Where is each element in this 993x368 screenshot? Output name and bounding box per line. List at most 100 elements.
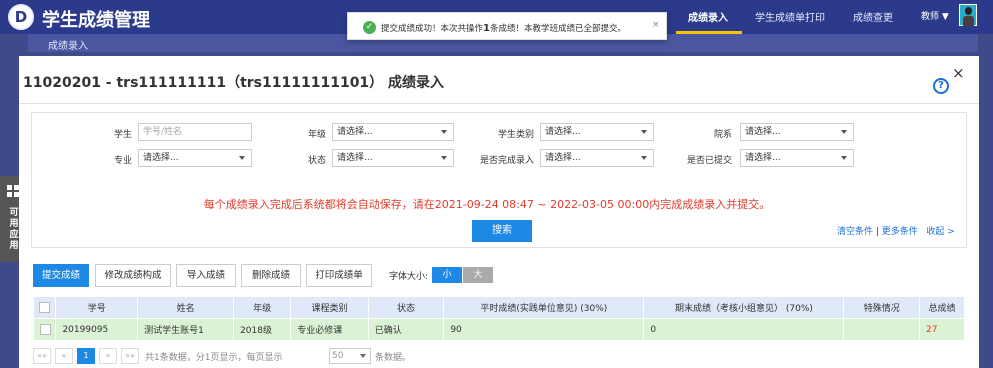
- check-circle-icon: ✓: [363, 21, 376, 34]
- cell-status: 已确认: [367, 318, 445, 341]
- col-header-special[interactable]: 特殊情况: [843, 296, 921, 319]
- collapse-link[interactable]: 收起 >: [926, 227, 954, 237]
- toast-suffix: 条成绩！本教学班成绩已全部提交。: [489, 24, 626, 34]
- submit-scores-button[interactable]: 提交成绩: [33, 264, 89, 287]
- chevron-down-icon: [641, 130, 647, 134]
- cell-usual-score[interactable]: 90: [443, 318, 645, 341]
- col-header-final-score[interactable]: 期末成绩（考核小组意见） (70%): [643, 296, 845, 319]
- pager-summary: 共1条数据，分1页显示，每页显示: [145, 353, 283, 363]
- scores-table: 学号 姓名 年级 课程类别 状态 平时成绩(实践单位意见) (30%) 期末成绩…: [32, 296, 965, 341]
- cell-special[interactable]: [843, 318, 921, 341]
- last-page-button[interactable]: »»: [121, 348, 139, 364]
- toast-message: 提交成绩成功！本次共操作1条成绩！本教学班成绩已全部提交。: [381, 22, 626, 34]
- table-header-row: 学号 姓名 年级 课程类别 状态 平时成绩(实践单位意见) (30%) 期末成绩…: [32, 296, 965, 319]
- font-big-button[interactable]: 大: [463, 267, 493, 283]
- cell-final-score[interactable]: 0: [643, 318, 845, 341]
- chevron-down-icon: [239, 156, 245, 160]
- department-filter-label: 院系: [713, 130, 732, 140]
- prev-page-button[interactable]: «: [55, 348, 73, 364]
- toast-close-icon[interactable]: ×: [652, 20, 660, 30]
- entry-done-select-value: 请选择...: [545, 153, 581, 163]
- major-select-value: 请选择...: [143, 153, 179, 163]
- grid-icon-cell: [7, 192, 12, 197]
- cell-total: 27: [919, 318, 965, 341]
- grade-select[interactable]: 请选择...: [332, 123, 454, 141]
- department-select[interactable]: 请选择...: [740, 123, 854, 141]
- page-size-value: 50: [332, 351, 344, 361]
- status-filter-label: 状态: [307, 156, 326, 166]
- chevron-down-icon: [841, 130, 847, 134]
- user-role-menu[interactable]: 教师 ▼: [921, 9, 949, 22]
- row-checkbox[interactable]: [40, 324, 51, 335]
- grade-filter-label: 年级: [307, 130, 326, 140]
- col-header-student-id[interactable]: 学号: [55, 296, 139, 319]
- cell-name: 测试学生账号1: [137, 318, 235, 341]
- major-select[interactable]: 请选择...: [138, 149, 252, 167]
- deadline-notice: 每个成绩录入完成后系统都将会自动保存，请在2021-09-24 08:47 ~ …: [203, 198, 771, 211]
- chevron-down-icon: [841, 156, 847, 160]
- more-conditions-link[interactable]: 更多条件: [882, 227, 918, 237]
- nav-item-score-entry[interactable]: 成绩录入: [688, 9, 728, 24]
- student-type-select[interactable]: 请选择...: [540, 123, 654, 141]
- delete-scores-button[interactable]: 删除成绩: [241, 264, 301, 287]
- cell-course-type: 专业必修课: [290, 318, 369, 341]
- student-filter-label: 学生: [113, 130, 132, 140]
- link-separator: |: [873, 227, 882, 237]
- divider: [19, 103, 979, 104]
- grade-select-value: 请选择...: [337, 127, 373, 137]
- filter-links: 清空条件 | 更多条件 收起 >: [837, 224, 955, 237]
- success-toast: ✓ 提交成绩成功！本次共操作1条成绩！本教学班成绩已全部提交。 ×: [347, 12, 667, 40]
- first-page-button[interactable]: ««: [33, 348, 51, 364]
- modify-composition-button[interactable]: 修改成绩构成: [95, 264, 171, 287]
- help-icon[interactable]: ?: [933, 78, 949, 94]
- grid-icon-cell: [7, 185, 12, 190]
- major-filter-label: 专业: [113, 156, 132, 166]
- status-select[interactable]: 请选择...: [332, 149, 454, 167]
- col-header-total[interactable]: 总成绩: [919, 296, 965, 319]
- col-header-grade[interactable]: 年级: [233, 296, 292, 319]
- font-size-label: 字体大小:: [389, 272, 429, 282]
- chevron-down-icon: [441, 130, 447, 134]
- avatar-body: [963, 16, 974, 26]
- nav-item-transcript-print[interactable]: 学生成绩单打印: [755, 9, 825, 24]
- entry-done-filter-label: 是否完成录入: [479, 156, 534, 166]
- chevron-down-icon: [441, 156, 447, 160]
- page-size-select[interactable]: 50: [329, 348, 371, 364]
- next-page-button[interactable]: »: [99, 348, 117, 364]
- submitted-select-value: 请选择...: [745, 153, 781, 163]
- pager-unit: 条数据。: [375, 353, 412, 363]
- close-icon[interactable]: ×: [952, 64, 965, 82]
- app-title: 学生成绩管理: [42, 10, 150, 31]
- student-type-filter-label: 学生类别: [497, 130, 534, 140]
- col-header-name[interactable]: 姓名: [137, 296, 235, 319]
- chevron-down-icon: [360, 354, 366, 358]
- entry-done-select[interactable]: 请选择...: [540, 149, 654, 167]
- avatar-head: [965, 7, 972, 15]
- col-header-course-type[interactable]: 课程类别: [290, 296, 369, 319]
- col-header-usual-score[interactable]: 平时成绩(实践单位意见) (30%): [443, 296, 645, 319]
- select-all-checkbox[interactable]: [39, 302, 51, 313]
- row-select-cell: [32, 318, 57, 341]
- search-button[interactable]: 搜索: [472, 220, 532, 242]
- student-type-select-value: 请选择...: [545, 127, 581, 137]
- app-logo-icon: D: [8, 4, 34, 30]
- page-title: 11020201 - trs111111111（trs11111111101） …: [23, 75, 445, 91]
- table-row[interactable]: 20199095 测试学生账号1 2018级 专业必修课 已确认 90 0 27: [32, 318, 965, 341]
- student-search-input[interactable]: 学号/姓名: [138, 123, 252, 141]
- avatar[interactable]: [959, 4, 977, 26]
- nav-item-score-change[interactable]: 成绩查更: [853, 9, 893, 24]
- submitted-select[interactable]: 请选择...: [740, 149, 854, 167]
- clear-conditions-link[interactable]: 清空条件: [837, 227, 873, 237]
- import-scores-button[interactable]: 导入成绩: [176, 264, 236, 287]
- print-transcript-button[interactable]: 打印成绩单: [306, 264, 372, 287]
- page-1-button[interactable]: 1: [77, 348, 95, 364]
- chevron-down-icon: [641, 156, 647, 160]
- toast-prefix: 提交成绩成功！本次共操作: [381, 24, 484, 34]
- col-header-status[interactable]: 状态: [367, 296, 445, 319]
- score-entry-modal: 11020201 - trs111111111（trs11111111101） …: [19, 56, 979, 368]
- font-small-button[interactable]: 小: [432, 267, 462, 283]
- status-select-value: 请选择...: [337, 153, 373, 163]
- department-select-value: 请选择...: [745, 127, 781, 137]
- cell-grade: 2018级: [233, 318, 292, 341]
- submitted-filter-label: 是否已提交: [686, 156, 732, 166]
